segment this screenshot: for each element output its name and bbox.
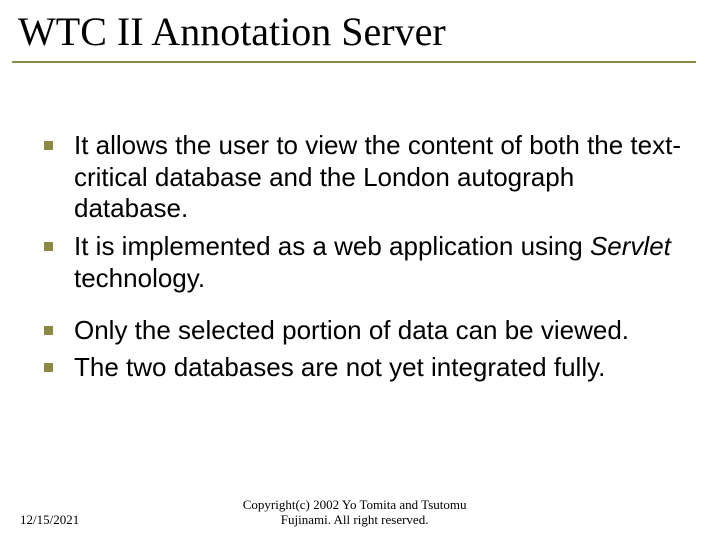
footer-copyright: Copyright(c) 2002 Yo Tomita and Tsutomu … <box>79 497 630 528</box>
title-area: WTC II Annotation Server <box>14 8 696 63</box>
slide-title: WTC II Annotation Server <box>14 8 696 55</box>
bullet-text-post: technology. <box>74 263 205 293</box>
copyright-line: Fujinami. All right reserved. <box>281 512 429 527</box>
slide: WTC II Annotation Server It allows the u… <box>0 0 720 540</box>
bullet-text: Only the selected portion of data can be… <box>74 315 629 345</box>
bullet-list: It allows the user to view the content o… <box>38 130 692 295</box>
copyright-line: Copyright(c) 2002 Yo Tomita and Tsutomu <box>243 497 467 512</box>
list-item: It allows the user to view the content o… <box>38 130 692 225</box>
bullet-text-italic: Servlet <box>590 231 671 261</box>
list-item: The two databases are not yet integrated… <box>38 352 692 384</box>
title-underline <box>12 61 696 63</box>
bullet-text-pre: It is implemented as a web application u… <box>74 231 590 261</box>
bullet-text: The two databases are not yet integrated… <box>74 352 605 382</box>
list-item: It is implemented as a web application u… <box>38 231 692 294</box>
bullet-text: It allows the user to view the content o… <box>74 130 681 223</box>
slide-body: It allows the user to view the content o… <box>38 130 692 390</box>
footer-date: 12/15/2021 <box>20 512 79 528</box>
footer: 12/15/2021 Copyright(c) 2002 Yo Tomita a… <box>20 497 700 528</box>
bullet-list: Only the selected portion of data can be… <box>38 315 692 384</box>
group-gap <box>38 301 692 315</box>
list-item: Only the selected portion of data can be… <box>38 315 692 347</box>
